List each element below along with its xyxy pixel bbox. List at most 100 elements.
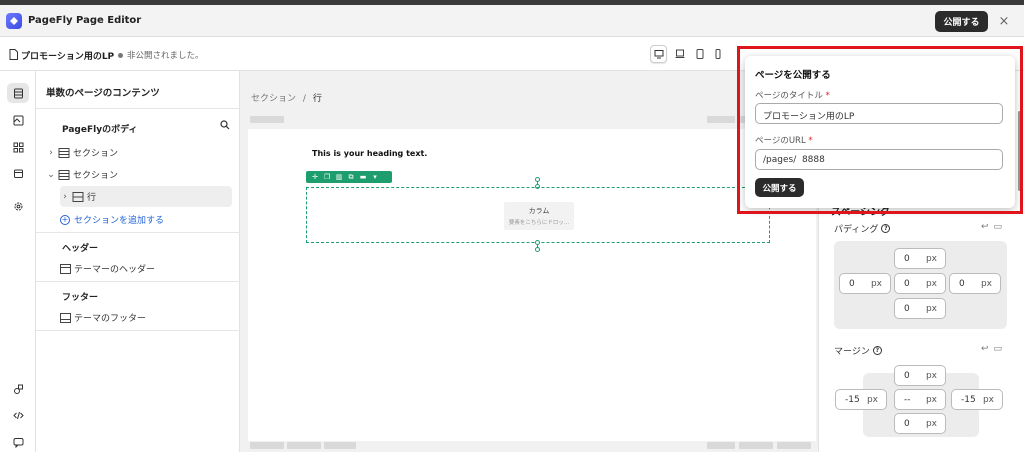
- row-selection-outline[interactable]: カラム 要素をこちらにドロッ...: [306, 187, 770, 243]
- column-placeholder[interactable]: カラム 要素をこちらにドロッ...: [504, 202, 574, 230]
- theme-footer-label: テーマのフッター: [74, 314, 147, 324]
- padding-label-row: パディング ?: [834, 222, 891, 235]
- templates-icon: [13, 115, 23, 125]
- layers-panel-header: 単数のページのコンテンツ: [36, 71, 240, 109]
- desktop-view-button[interactable]: [650, 45, 667, 63]
- placeholder-bar: [250, 442, 284, 449]
- margin-label-row: マージン ?: [834, 344, 882, 357]
- desktop-icon: [654, 50, 663, 59]
- theme-footer-item[interactable]: テーマのフッター: [60, 311, 146, 324]
- padding-bottom-field[interactable]: 0 px: [894, 298, 946, 319]
- duplicate-icon[interactable]: ❐: [321, 172, 333, 182]
- column-label: カラム: [528, 207, 550, 215]
- body-title: PageFlyのボディ: [62, 125, 138, 135]
- laptop-icon: [675, 49, 684, 58]
- rail-code-button[interactable]: [7, 405, 29, 425]
- header-layout-icon: [60, 263, 71, 274]
- theme-header-item[interactable]: テーマーのヘッダー: [60, 262, 155, 275]
- breadcrumb-row: 行: [312, 94, 322, 104]
- margin-bottom-field[interactable]: 0 px: [894, 413, 946, 434]
- help-icon[interactable]: ?: [872, 346, 882, 355]
- resize-handle-top[interactable]: [535, 177, 540, 182]
- mobile-icon: [715, 49, 720, 59]
- margin-center-field[interactable]: -- px: [894, 389, 946, 410]
- margin-top-field[interactable]: 0 px: [894, 365, 946, 386]
- chevron-right-icon[interactable]: ›: [60, 192, 70, 202]
- page-preview: This is your heading text. ✛ ❐ ▥ ⧉ ▬ ▾ カ…: [248, 129, 816, 441]
- page-name: プロモーション用のLP: [21, 52, 115, 62]
- delete-icon[interactable]: ▥: [333, 172, 345, 182]
- copy-icon[interactable]: ⧉: [345, 172, 357, 182]
- store-icon: [13, 169, 23, 178]
- chevron-down-icon[interactable]: ⌄: [46, 170, 56, 180]
- device-icon[interactable]: ▭: [994, 344, 1003, 354]
- divider: [36, 281, 240, 282]
- tablet-icon: [696, 49, 703, 59]
- margin-right-field[interactable]: -15 px: [951, 389, 1003, 410]
- footer-group-title: フッター: [62, 293, 99, 303]
- left-icon-rail: [0, 71, 36, 452]
- placeholder-bar: [707, 442, 735, 449]
- tree-item-row[interactable]: › 行: [60, 186, 232, 207]
- reset-icon[interactable]: ↩: [981, 222, 989, 232]
- tablet-view-button[interactable]: [691, 45, 708, 63]
- help-icon[interactable]: ?: [881, 224, 891, 233]
- rail-elements-button[interactable]: [7, 137, 29, 157]
- move-icon[interactable]: ✛: [309, 172, 321, 182]
- more-icon[interactable]: ▾: [369, 172, 381, 182]
- publish-button[interactable]: 公開する: [935, 11, 988, 32]
- rail-chat-button[interactable]: [7, 432, 29, 452]
- tree-item-label: 行: [87, 193, 97, 203]
- divider: [36, 232, 240, 233]
- highlight-annotation: [737, 46, 1023, 214]
- heading-text[interactable]: This is your heading text.: [312, 149, 427, 158]
- tree-item-label: セクション: [73, 149, 119, 159]
- page-icon: [9, 49, 18, 60]
- mobile-view-button[interactable]: [709, 45, 726, 63]
- editor-canvas: セクション / 行 This is your heading text. ✛ ❐…: [241, 71, 817, 452]
- add-section-label: セクションを追加する: [74, 216, 165, 226]
- margin-tools: ↩ ▭: [981, 344, 1002, 354]
- rail-store-button[interactable]: [7, 163, 29, 183]
- padding-right-field[interactable]: 0 px: [949, 273, 1001, 294]
- margin-label: マージン: [834, 347, 870, 357]
- title-bar: PageFly Page Editor 公開する ×: [0, 5, 1024, 37]
- padding-center-field[interactable]: 0 px: [894, 273, 946, 294]
- device-icon[interactable]: ▭: [994, 222, 1003, 232]
- resize-handle-bottom[interactable]: [535, 247, 540, 252]
- device-switcher: [650, 45, 730, 65]
- trash-icon[interactable]: ▬: [357, 172, 369, 182]
- chat-icon: [13, 437, 23, 448]
- rail-settings-button[interactable]: [7, 196, 29, 216]
- chevron-right-icon[interactable]: ›: [46, 148, 56, 158]
- rail-apps-button[interactable]: [7, 379, 29, 399]
- padding-left-field[interactable]: 0 px: [839, 273, 891, 294]
- app-title: PageFly Page Editor: [28, 15, 142, 26]
- elements-grid-icon: [13, 142, 23, 152]
- gear-icon: [14, 202, 22, 210]
- margin-left-field[interactable]: -15 px: [835, 389, 887, 410]
- apps-icon: [13, 384, 23, 394]
- search-icon[interactable]: [220, 120, 230, 130]
- breadcrumb: セクション / 行: [251, 91, 322, 104]
- breadcrumb-section[interactable]: セクション: [251, 94, 296, 104]
- tree-item-section-2[interactable]: ⌄ セクション: [46, 164, 232, 185]
- reset-icon[interactable]: ↩: [981, 344, 989, 354]
- placeholder-bar: [324, 442, 356, 449]
- layers-icon: [13, 88, 23, 98]
- placeholder-bar: [739, 442, 773, 449]
- row-icon: [72, 191, 84, 202]
- tree-item-section-1[interactable]: › セクション: [46, 142, 232, 163]
- laptop-view-button[interactable]: [671, 45, 688, 63]
- editor-app: PageFly Page Editor 公開する × プロモーション用のLP 非…: [0, 5, 1024, 452]
- rail-layers-button[interactable]: [7, 83, 29, 103]
- page-status: 非公開されました。: [127, 51, 204, 61]
- code-icon: [12, 411, 24, 419]
- padding-top-field[interactable]: 0 px: [894, 248, 946, 269]
- header-group-title: ヘッダー: [62, 244, 99, 254]
- placeholder-bar: [777, 442, 811, 449]
- padding-label: パディング: [834, 225, 879, 235]
- add-section-link[interactable]: + セクションを追加する: [60, 213, 164, 226]
- close-icon[interactable]: ×: [996, 13, 1012, 29]
- rail-templates-button[interactable]: [7, 110, 29, 130]
